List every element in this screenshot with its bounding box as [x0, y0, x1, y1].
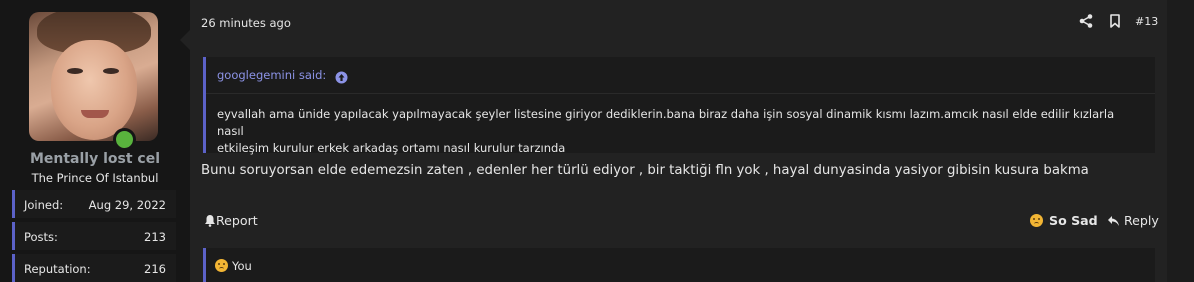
share-icon[interactable]	[1078, 13, 1094, 29]
avatar[interactable]	[29, 12, 158, 151]
stat-reputation: Reputation: 216	[12, 254, 176, 282]
stat-label: Posts:	[24, 230, 58, 244]
reply-arrow-icon	[1108, 215, 1119, 226]
quote-author-link[interactable]: googlegemini said:	[217, 68, 326, 82]
stat-value: Aug 29, 2022	[88, 198, 166, 212]
user-title: The Prince Of Istanbul	[31, 171, 159, 185]
scrollbar[interactable]	[1182, 0, 1194, 282]
quote-block: googlegemini said: eyvallah ama ünide ya…	[203, 57, 1155, 155]
stat-joined: Joined: Aug 29, 2022	[12, 190, 176, 218]
sad-face-emoji	[1030, 214, 1043, 227]
reactions-summary-text[interactable]: You	[232, 259, 252, 273]
user-info-panel: Mentally lost cel The Prince Of Istanbul…	[0, 0, 190, 282]
sad-face-emoji	[215, 259, 228, 272]
reply-label: Reply	[1124, 213, 1159, 228]
stat-value: 216	[144, 262, 166, 276]
so-sad-reaction-button[interactable]: So Sad	[1030, 213, 1098, 228]
post-number[interactable]: #13	[1135, 15, 1158, 28]
reaction-label: So Sad	[1049, 213, 1098, 228]
arrow-up-circle-icon[interactable]	[335, 69, 348, 84]
avatar-image[interactable]	[29, 12, 158, 141]
post-message: Bunu soruyorsan elde edemezsin zaten , e…	[201, 163, 1089, 178]
post-timestamp[interactable]: 26 minutes ago	[201, 16, 291, 30]
quote-text: eyvallah ama ünide yapılacak yapılmayaca…	[217, 106, 1142, 157]
reactions-summary[interactable]: You	[203, 248, 1155, 282]
report-button[interactable]: Report	[204, 213, 258, 228]
post-body: 26 minutes ago #13 googlegemini said: ey…	[190, 0, 1167, 282]
reply-button[interactable]: Reply	[1107, 213, 1159, 228]
online-status-indicator	[113, 128, 136, 151]
quote-line: etkileşim kurulur erkek arkadaş ortamı n…	[217, 141, 566, 155]
bookmark-icon[interactable]	[1107, 13, 1123, 29]
username[interactable]: Mentally lost cel	[0, 151, 190, 167]
bell-icon	[205, 215, 215, 227]
stat-posts: Posts: 213	[12, 222, 176, 250]
stat-label: Reputation:	[24, 262, 91, 276]
report-label: Report	[216, 213, 258, 228]
quote-line: eyvallah ama ünide yapılacak yapılmayaca…	[217, 107, 1115, 138]
post-pointer-arrow	[180, 30, 190, 50]
stat-value: 213	[144, 230, 166, 244]
stat-label: Joined:	[24, 198, 64, 212]
quote-header: googlegemini said:	[206, 57, 1155, 94]
